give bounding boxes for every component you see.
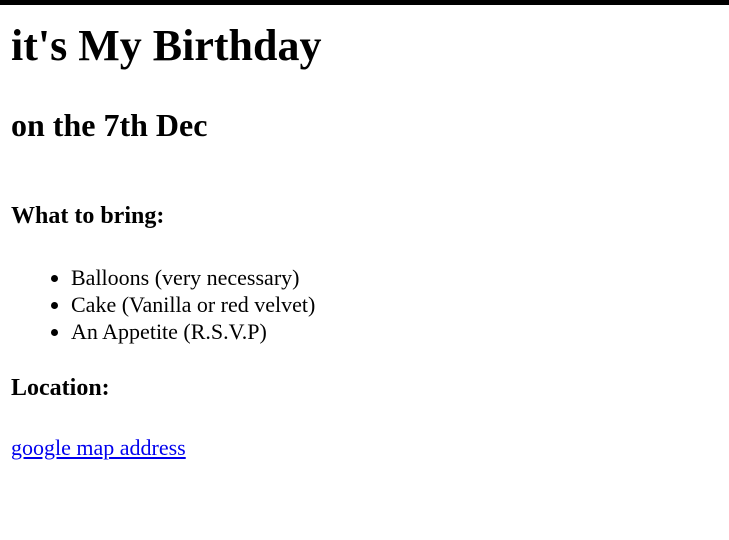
- bring-list: Balloons (very necessary) Cake (Vanilla …: [11, 264, 315, 345]
- list-item: Balloons (very necessary): [71, 264, 315, 291]
- location-heading: Location:: [11, 375, 110, 401]
- top-border-bar: [0, 0, 729, 5]
- what-to-bring-heading: What to bring:: [11, 203, 165, 229]
- page-title: it's My Birthday: [11, 21, 322, 70]
- list-item: An Appetite (R.S.V.P): [71, 318, 315, 345]
- google-map-link[interactable]: google map address: [11, 434, 186, 461]
- page-subtitle: on the 7th Dec: [11, 107, 208, 143]
- list-item: Cake (Vanilla or red velvet): [71, 291, 315, 318]
